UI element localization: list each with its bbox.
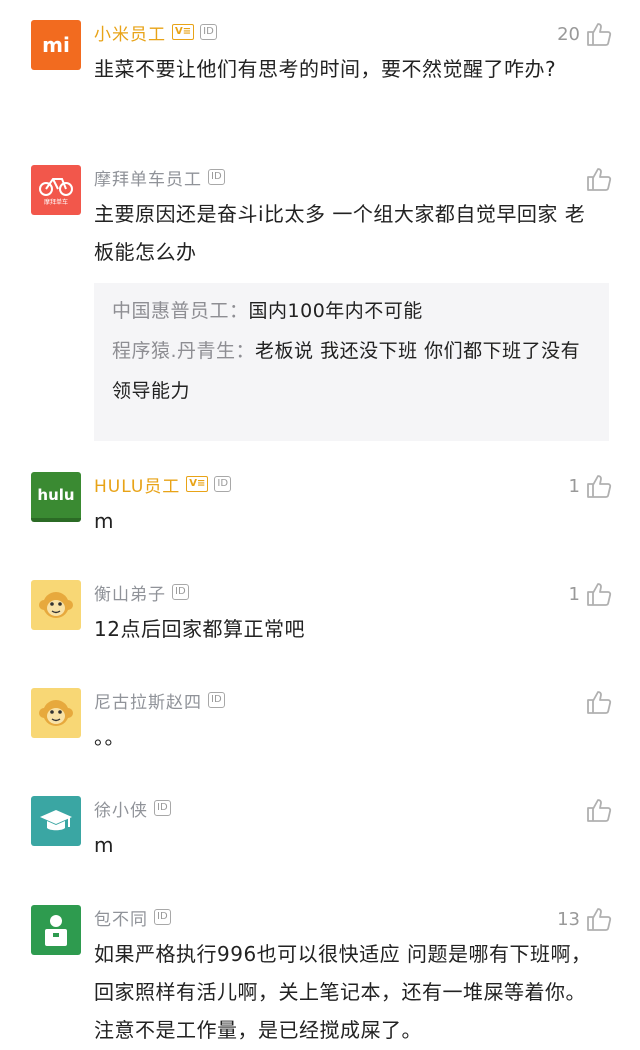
comment-item: 包不同 ID 13 如果严格执行996也可以很快适应 问题是哪有下班啊，回家照样…	[0, 905, 640, 1050]
reply-item[interactable]: 中国惠普员工：国内100年内不可能	[112, 291, 591, 331]
like-count: 1	[568, 475, 580, 497]
avatar[interactable]	[31, 580, 81, 630]
author-row: 包不同 ID	[94, 905, 171, 930]
monkey-icon	[39, 700, 73, 726]
comment-text: 12点后回家都算正常吧	[94, 617, 305, 641]
author-row: 摩拜单车员工 ID	[94, 165, 225, 190]
author-row: 衡山弟子 ID	[94, 580, 189, 605]
id-badge-icon: ID	[154, 909, 171, 925]
id-badge-icon: ID	[208, 169, 225, 185]
thumbs-up-icon[interactable]	[586, 581, 612, 607]
avatar[interactable]: 摩拜单车	[31, 165, 81, 215]
avatar-label: 摩拜单车	[43, 198, 68, 206]
like-area[interactable]: 20	[557, 20, 612, 48]
author-row: HULU员工 V≡ ID	[94, 472, 232, 497]
verified-badge-icon: V≡	[186, 476, 209, 492]
comment-text: m	[94, 509, 114, 533]
reply-item[interactable]: 程序猿.丹青生：老板说 我还没下班 你们都下班了没有领导能力	[112, 331, 591, 411]
author-name[interactable]: 衡山弟子	[94, 580, 166, 605]
person-icon	[45, 915, 67, 946]
like-area[interactable]: 13	[557, 905, 612, 933]
xiaomi-logo-icon: mi	[42, 33, 70, 57]
bike-icon	[39, 177, 73, 196]
like-area[interactable]: 1	[569, 580, 612, 608]
like-area[interactable]	[580, 688, 612, 716]
comment-text: m	[94, 833, 114, 857]
reply-author[interactable]: 程序猿.丹青生：	[112, 340, 255, 362]
id-badge-icon: ID	[200, 24, 217, 40]
reply-text: 国内100年内不可能	[248, 300, 423, 322]
thumbs-up-icon[interactable]	[586, 689, 612, 715]
thumbs-up-icon[interactable]	[586, 906, 612, 932]
comment-item: 摩拜单车 摩拜单车员工 ID 主要原因还是奋斗i比太多 一个组大家都自觉早回家 …	[0, 165, 640, 445]
author-name[interactable]: 徐小侠	[94, 796, 148, 821]
comment-text: 韭菜不要让他们有思考的时间，要不然觉醒了咋办?	[94, 57, 557, 81]
like-area[interactable]: 1	[569, 472, 612, 500]
thumbs-up-icon[interactable]	[586, 166, 612, 192]
avatar[interactable]	[31, 796, 81, 846]
like-area[interactable]	[580, 165, 612, 193]
author-row: 徐小侠 ID	[94, 796, 171, 821]
like-count: 13	[557, 908, 580, 930]
graduation-cap-icon	[40, 810, 72, 831]
thumbs-up-icon[interactable]	[586, 473, 612, 499]
comment-item: mi 小米员工 V≡ ID 20 韭菜不要让他们有思考的时间，要不然觉醒了咋办?	[0, 20, 640, 130]
id-badge-icon: ID	[214, 476, 232, 492]
like-count: 20	[557, 23, 580, 45]
comment-item: 衡山弟子 ID 1 12点后回家都算正常吧	[0, 580, 640, 660]
comment-text: 主要原因还是奋斗i比太多 一个组大家都自觉早回家 老板能怎么办	[94, 202, 586, 264]
author-row: 尼古拉斯赵四 ID	[94, 688, 225, 713]
id-badge-icon: ID	[208, 692, 225, 708]
reply-author[interactable]: 中国惠普员工：	[112, 300, 249, 322]
comment-text: 如果严格执行996也可以很快适应 问题是哪有下班啊，回家照样有活儿啊，关上笔记本…	[94, 942, 592, 1042]
id-badge-icon: ID	[154, 800, 171, 816]
verified-badge-icon: V≡	[172, 24, 195, 40]
avatar[interactable]	[31, 905, 81, 955]
author-name[interactable]: 小米员工	[94, 20, 166, 45]
like-area[interactable]	[580, 796, 612, 824]
avatar[interactable]: hulu	[31, 472, 81, 522]
thumbs-up-icon[interactable]	[586, 797, 612, 823]
avatar[interactable]: mi	[31, 20, 81, 70]
monkey-icon	[39, 592, 73, 618]
author-name[interactable]: 尼古拉斯赵四	[94, 688, 202, 713]
like-count: 1	[568, 583, 580, 605]
avatar[interactable]	[31, 688, 81, 738]
comment-item: 尼古拉斯赵四 ID 。。	[0, 688, 640, 768]
id-badge-icon: ID	[172, 584, 189, 600]
hulu-logo-icon: hulu	[37, 486, 75, 504]
comment-text: 。。	[94, 725, 125, 749]
comment-item: 徐小侠 ID m	[0, 796, 640, 876]
author-name[interactable]: 包不同	[94, 905, 148, 930]
reply-box[interactable]: 中国惠普员工：国内100年内不可能 程序猿.丹青生：老板说 我还没下班 你们都下…	[94, 283, 609, 441]
comment-item: hulu HULU员工 V≡ ID 1 m	[0, 472, 640, 552]
author-row: 小米员工 V≡ ID	[94, 20, 217, 45]
thumbs-up-icon[interactable]	[586, 21, 612, 47]
author-name[interactable]: 摩拜单车员工	[94, 165, 202, 190]
author-name[interactable]: HULU员工	[94, 472, 180, 497]
